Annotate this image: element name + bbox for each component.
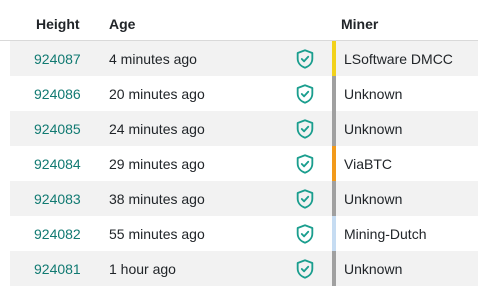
blocks-table: Height Age Miner 924087 4 minutes ago LSof… <box>0 0 478 286</box>
table-row[interactable]: 924085 24 minutes ago Unknown <box>10 111 478 147</box>
block-miner: Mining-Dutch <box>344 226 427 242</box>
shield-check-icon <box>294 118 316 140</box>
shield-check-icon <box>294 223 316 245</box>
block-miner: Unknown <box>344 86 403 102</box>
block-height-link[interactable]: 924087 <box>34 51 81 67</box>
pool-color-bar <box>332 111 336 146</box>
table-row[interactable]: 924084 29 minutes ago ViaBTC <box>10 146 478 182</box>
block-miner: ViaBTC <box>344 156 392 172</box>
pool-color-bar <box>332 181 336 216</box>
column-header-height: Height <box>36 16 80 32</box>
table-row[interactable]: 924081 1 hour ago Unknown <box>10 251 478 286</box>
block-height-link[interactable]: 924082 <box>34 226 81 242</box>
block-age: 20 minutes ago <box>109 86 205 102</box>
column-header-age: Age <box>109 16 136 32</box>
table-header: Height Age Miner <box>0 0 478 41</box>
table-row[interactable]: 924082 55 minutes ago Mining-Dutch <box>10 216 478 252</box>
block-height-link[interactable]: 924084 <box>34 156 81 172</box>
pool-color-bar <box>332 76 336 111</box>
table-row[interactable]: 924083 38 minutes ago Unknown <box>10 181 478 217</box>
block-height-link[interactable]: 924081 <box>34 261 81 277</box>
pool-color-bar <box>332 146 336 181</box>
shield-check-icon <box>294 48 316 70</box>
shield-check-icon <box>294 258 316 280</box>
table-row[interactable]: 924087 4 minutes ago LSoftware DMCC <box>10 41 478 77</box>
pool-color-bar <box>332 216 336 251</box>
block-miner: Unknown <box>344 121 403 137</box>
shield-check-icon <box>294 83 316 105</box>
table-row[interactable]: 924086 20 minutes ago Unknown <box>10 76 478 112</box>
block-age: 1 hour ago <box>109 261 176 277</box>
block-age: 24 minutes ago <box>109 121 205 137</box>
block-miner: LSoftware DMCC <box>344 51 453 67</box>
block-age: 29 minutes ago <box>109 156 205 172</box>
pool-color-bar <box>332 251 336 286</box>
shield-check-icon <box>294 153 316 175</box>
block-age: 4 minutes ago <box>109 51 197 67</box>
column-header-miner: Miner <box>341 16 379 32</box>
block-height-link[interactable]: 924086 <box>34 86 81 102</box>
block-miner: Unknown <box>344 261 403 277</box>
block-age: 38 minutes ago <box>109 191 205 207</box>
pool-color-bar <box>332 41 336 76</box>
shield-check-icon <box>294 188 316 210</box>
block-miner: Unknown <box>344 191 403 207</box>
block-height-link[interactable]: 924083 <box>34 191 81 207</box>
block-height-link[interactable]: 924085 <box>34 121 81 137</box>
block-age: 55 minutes ago <box>109 226 205 242</box>
